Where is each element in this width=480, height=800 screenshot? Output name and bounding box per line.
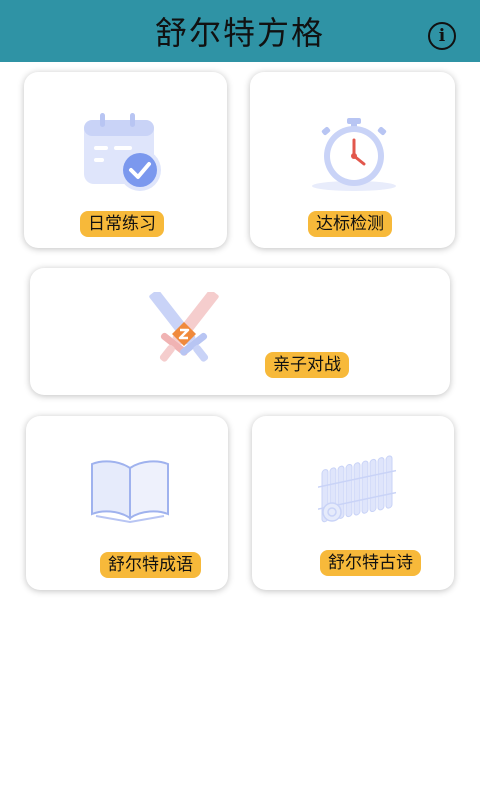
stopwatch-icon [312, 118, 396, 191]
ancient-poetry-card[interactable]: 舒尔特古诗 [252, 416, 454, 590]
standard-test-label: 达标检测 [308, 211, 392, 237]
bamboo-scroll-icon [318, 455, 396, 523]
calendar-check-icon [84, 113, 161, 191]
page-title: 舒尔特方格 [154, 14, 325, 52]
parent-child-battle-label: 亲子对战 [265, 352, 349, 378]
daily-practice-card[interactable]: 日常练习 [24, 72, 227, 248]
parent-child-battle-card[interactable]: 亲子对战 [30, 268, 450, 395]
standard-test-card[interactable]: 达标检测 [250, 72, 455, 248]
crossed-swords-icon [149, 292, 219, 362]
ancient-poetry-label: 舒尔特古诗 [320, 550, 421, 576]
daily-practice-label: 日常练习 [80, 211, 164, 237]
app-header: 舒尔特方格 i [0, 0, 480, 62]
idiom-label: 舒尔特成语 [100, 552, 201, 578]
info-icon[interactable]: i [428, 22, 456, 50]
idiom-card[interactable]: 舒尔特成语 [26, 416, 228, 590]
open-book-icon [91, 460, 169, 524]
